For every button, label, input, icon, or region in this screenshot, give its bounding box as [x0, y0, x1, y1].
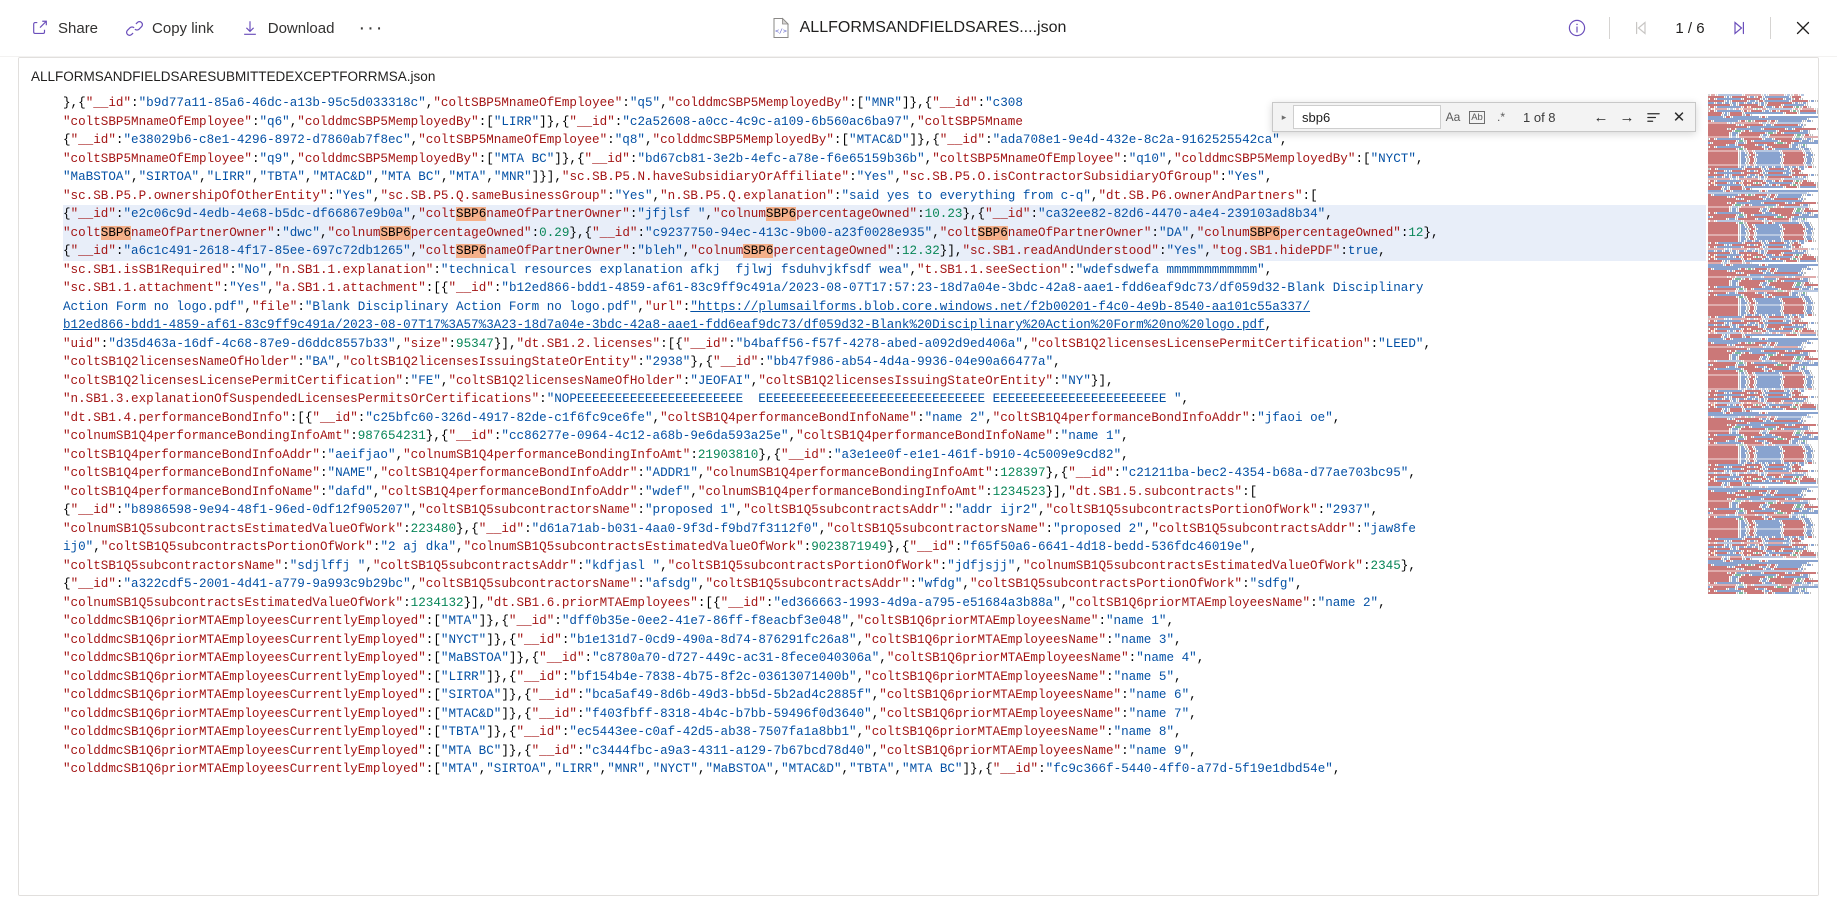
- command-bar-left-group: Share Copy link Download ···: [0, 10, 394, 46]
- code-line: "coltSB1Q2licensesNameOfHolder":"BA","co…: [63, 355, 1061, 369]
- link-icon: [124, 18, 144, 38]
- code-line: "MaBSTOA","SIRTOA","LIRR","TBTA","MTAC&D…: [63, 170, 1273, 184]
- whole-word-button[interactable]: Ab: [1466, 106, 1488, 128]
- code-line: {"__id":"b8986598-9e94-48f1-96ed-0df12f9…: [63, 503, 1379, 517]
- code-line: "colnumSB1Q4performanceBondingInfoAmt":9…: [63, 429, 1129, 443]
- next-page-button[interactable]: [1720, 10, 1756, 46]
- code-text-area[interactable]: },{"__id":"b9d77a11-85a6-46dc-a13b-95c5d…: [19, 94, 1706, 895]
- document-title: </> ALLFORMSANDFIELDSARES....json: [771, 17, 1067, 39]
- code-line: "colddmcSB1Q6priorMTAEmployeesCurrentlyE…: [63, 762, 1341, 776]
- more-options-button[interactable]: ···: [348, 10, 394, 46]
- document-title-text: ALLFORMSANDFIELDSARES....json: [799, 19, 1067, 36]
- arrow-left-icon[interactable]: ←: [1589, 105, 1613, 129]
- match-count: 1 of 8: [1523, 109, 1556, 125]
- download-label: Download: [267, 19, 335, 37]
- code-line: "coltSB1Q4performanceBondInfoAddr":"aeif…: [63, 447, 1129, 462]
- document-surface: ALLFORMSANDFIELDSARESUBMITTEDEXCEPTFORRM…: [18, 57, 1819, 896]
- search-match-highlight: SBP6: [456, 207, 487, 221]
- search-input[interactable]: [1300, 108, 1434, 126]
- code-line: "colddmcSB1Q6priorMTAEmployeesCurrentlyE…: [63, 688, 1197, 702]
- code-line: "colddmcSB1Q6priorMTAEmployeesCurrentlyE…: [63, 725, 1182, 739]
- search-match-highlight: SBP6: [765, 207, 797, 221]
- code-line: {"__id":"a6c1c491-2618-4f17-85ee-697c72d…: [63, 242, 1706, 261]
- command-bar: Share Copy link Download ··· </> ALLFORM…: [0, 0, 1837, 57]
- code-line: ij0","coltSB1Q5subcontractsPortionOfWork…: [63, 540, 1258, 554]
- code-line: "sc.SB1.isSB1Required":"No","n.SB1.1.exp…: [63, 262, 1273, 277]
- copy-link-button[interactable]: Copy link: [112, 10, 226, 46]
- share-label: Share: [58, 19, 99, 37]
- code-line: {"__id":"a322cdf5-2001-4d41-a779-9a993c9…: [63, 577, 1303, 591]
- code-line: "colddmcSB1Q6priorMTAEmployeesCurrentlyE…: [63, 632, 1182, 647]
- info-button[interactable]: [1559, 10, 1595, 46]
- regex-button[interactable]: .*: [1490, 106, 1512, 128]
- file-viewer-app: Share Copy link Download ··· </> ALLFORM…: [0, 0, 1837, 910]
- code-editor[interactable]: },{"__id":"b9d77a11-85a6-46dc-a13b-95c5d…: [19, 94, 1818, 895]
- search-match-highlight: SBP6: [1249, 225, 1280, 240]
- code-line: "colnumSB1Q5subcontractsEstimatedValueOf…: [63, 521, 1416, 536]
- code-line: "colddmcSB1Q6priorMTAEmployeesCurrentlyE…: [63, 614, 1175, 628]
- toolbar-divider-2: [1770, 17, 1771, 39]
- search-match-highlight: SBP6: [977, 225, 1008, 240]
- code-line: "coltSB1Q4performanceBondInfoName":"dafd…: [63, 484, 1258, 499]
- find-widget[interactable]: ▸ Aa Ab .* 1 of 8 ←: [1272, 102, 1696, 132]
- arrow-right-icon[interactable]: →: [1615, 105, 1639, 129]
- share-icon: [30, 18, 50, 38]
- code-line: "coltSBP5MnameOfEmployee":"q9","colddmcS…: [63, 151, 1424, 166]
- code-line: b12ed866-bdd1-4859-af61-83c9ff9c491a/202…: [63, 318, 1273, 332]
- minimap-row: [1706, 592, 1818, 594]
- code-line: "coltSB1Q5subcontractorsName":"sdjlffj "…: [63, 558, 1416, 573]
- code-line: {"__id":"e2c06c9d-4edb-4e68-b5dc-df66867…: [63, 205, 1706, 224]
- code-line: "colddmcSB1Q6priorMTAEmployeesCurrentlyE…: [63, 706, 1197, 721]
- code-line: "colnumSB1Q5subcontractsEstimatedValueOf…: [63, 595, 1386, 610]
- code-line: "uid":"d35d463a-16df-4c68-87e9-d6ddc8557…: [63, 336, 1432, 351]
- code-line: "colddmcSB1Q6priorMTAEmployeesCurrentlyE…: [63, 651, 1205, 665]
- code-line: "sc.SB.P5.P.ownershipOfOtherEntity":"Yes…: [63, 188, 1318, 203]
- toolbar-divider: [1609, 17, 1610, 39]
- code-line: "sc.SB1.1.attachment":"Yes","a.SB1.1.att…: [63, 281, 1424, 295]
- search-match-highlight: SBP6: [100, 225, 132, 240]
- code-line: "dt.SB1.4.performanceBondInfo":[{"__id":…: [63, 410, 1341, 425]
- search-match-highlight: SBP6: [743, 244, 774, 258]
- download-button[interactable]: Download: [228, 10, 347, 46]
- code-line: "coltSBP6nameOfPartnerOwner":"dwc","coln…: [63, 223, 1706, 242]
- match-case-label: Aa: [1445, 110, 1461, 124]
- minimap-canvas: [1706, 94, 1818, 895]
- match-case-button[interactable]: Aa: [1442, 106, 1464, 128]
- whole-word-label: Ab: [1469, 110, 1485, 124]
- search-match-highlight: SBP6: [456, 244, 487, 258]
- document-filename: ALLFORMSANDFIELDSARESUBMITTEDEXCEPTFORRM…: [31, 68, 436, 84]
- share-button[interactable]: Share: [18, 10, 110, 46]
- command-bar-right-group: 1 / 6: [1559, 10, 1837, 46]
- expand-triangle-icon[interactable]: ▸: [1275, 104, 1293, 130]
- code-line: "n.SB1.3.explanationOfSuspendedLicensesP…: [63, 392, 1190, 406]
- copy-link-label: Copy link: [152, 19, 214, 37]
- json-file-icon: </>: [771, 17, 791, 39]
- close-button[interactable]: [1785, 10, 1821, 46]
- code-line: "colddmcSB1Q6priorMTAEmployeesCurrentlyE…: [63, 669, 1182, 684]
- code-line: "coltSB1Q4performanceBondInfoName":"NAME…: [63, 466, 1416, 480]
- find-navigation: ← → ✕: [1589, 105, 1691, 129]
- editor-minimap[interactable]: [1706, 94, 1818, 895]
- document-viewer: ALLFORMSANDFIELDSARESUBMITTEDEXCEPTFORRM…: [0, 57, 1837, 910]
- download-icon: [240, 18, 260, 38]
- code-line: {"__id":"e38029b6-c8e1-4296-8972-d7860ab…: [63, 133, 1288, 147]
- document-filename-bar: ALLFORMSANDFIELDSARESUBMITTEDEXCEPTFORRM…: [19, 58, 1818, 94]
- previous-page-button[interactable]: [1624, 10, 1660, 46]
- code-line: "coltSB1Q2licensesLicensePermitCertifica…: [63, 373, 1114, 388]
- code-line: Action Form no logo.pdf","file":"Blank D…: [63, 299, 1311, 314]
- regex-label: .*: [1496, 110, 1505, 124]
- find-in-selection-icon[interactable]: [1641, 105, 1665, 129]
- svg-text:</>: </>: [775, 27, 787, 35]
- find-input-wrapper[interactable]: [1293, 105, 1441, 129]
- code-line: "colddmcSB1Q6priorMTAEmployeesCurrentlyE…: [63, 743, 1197, 758]
- code-lines-container: },{"__id":"b9d77a11-85a6-46dc-a13b-95c5d…: [63, 94, 1706, 779]
- page-indicator: 1 / 6: [1675, 19, 1705, 37]
- search-match-highlight: SBP6: [380, 225, 411, 240]
- find-close-icon[interactable]: ✕: [1667, 105, 1691, 129]
